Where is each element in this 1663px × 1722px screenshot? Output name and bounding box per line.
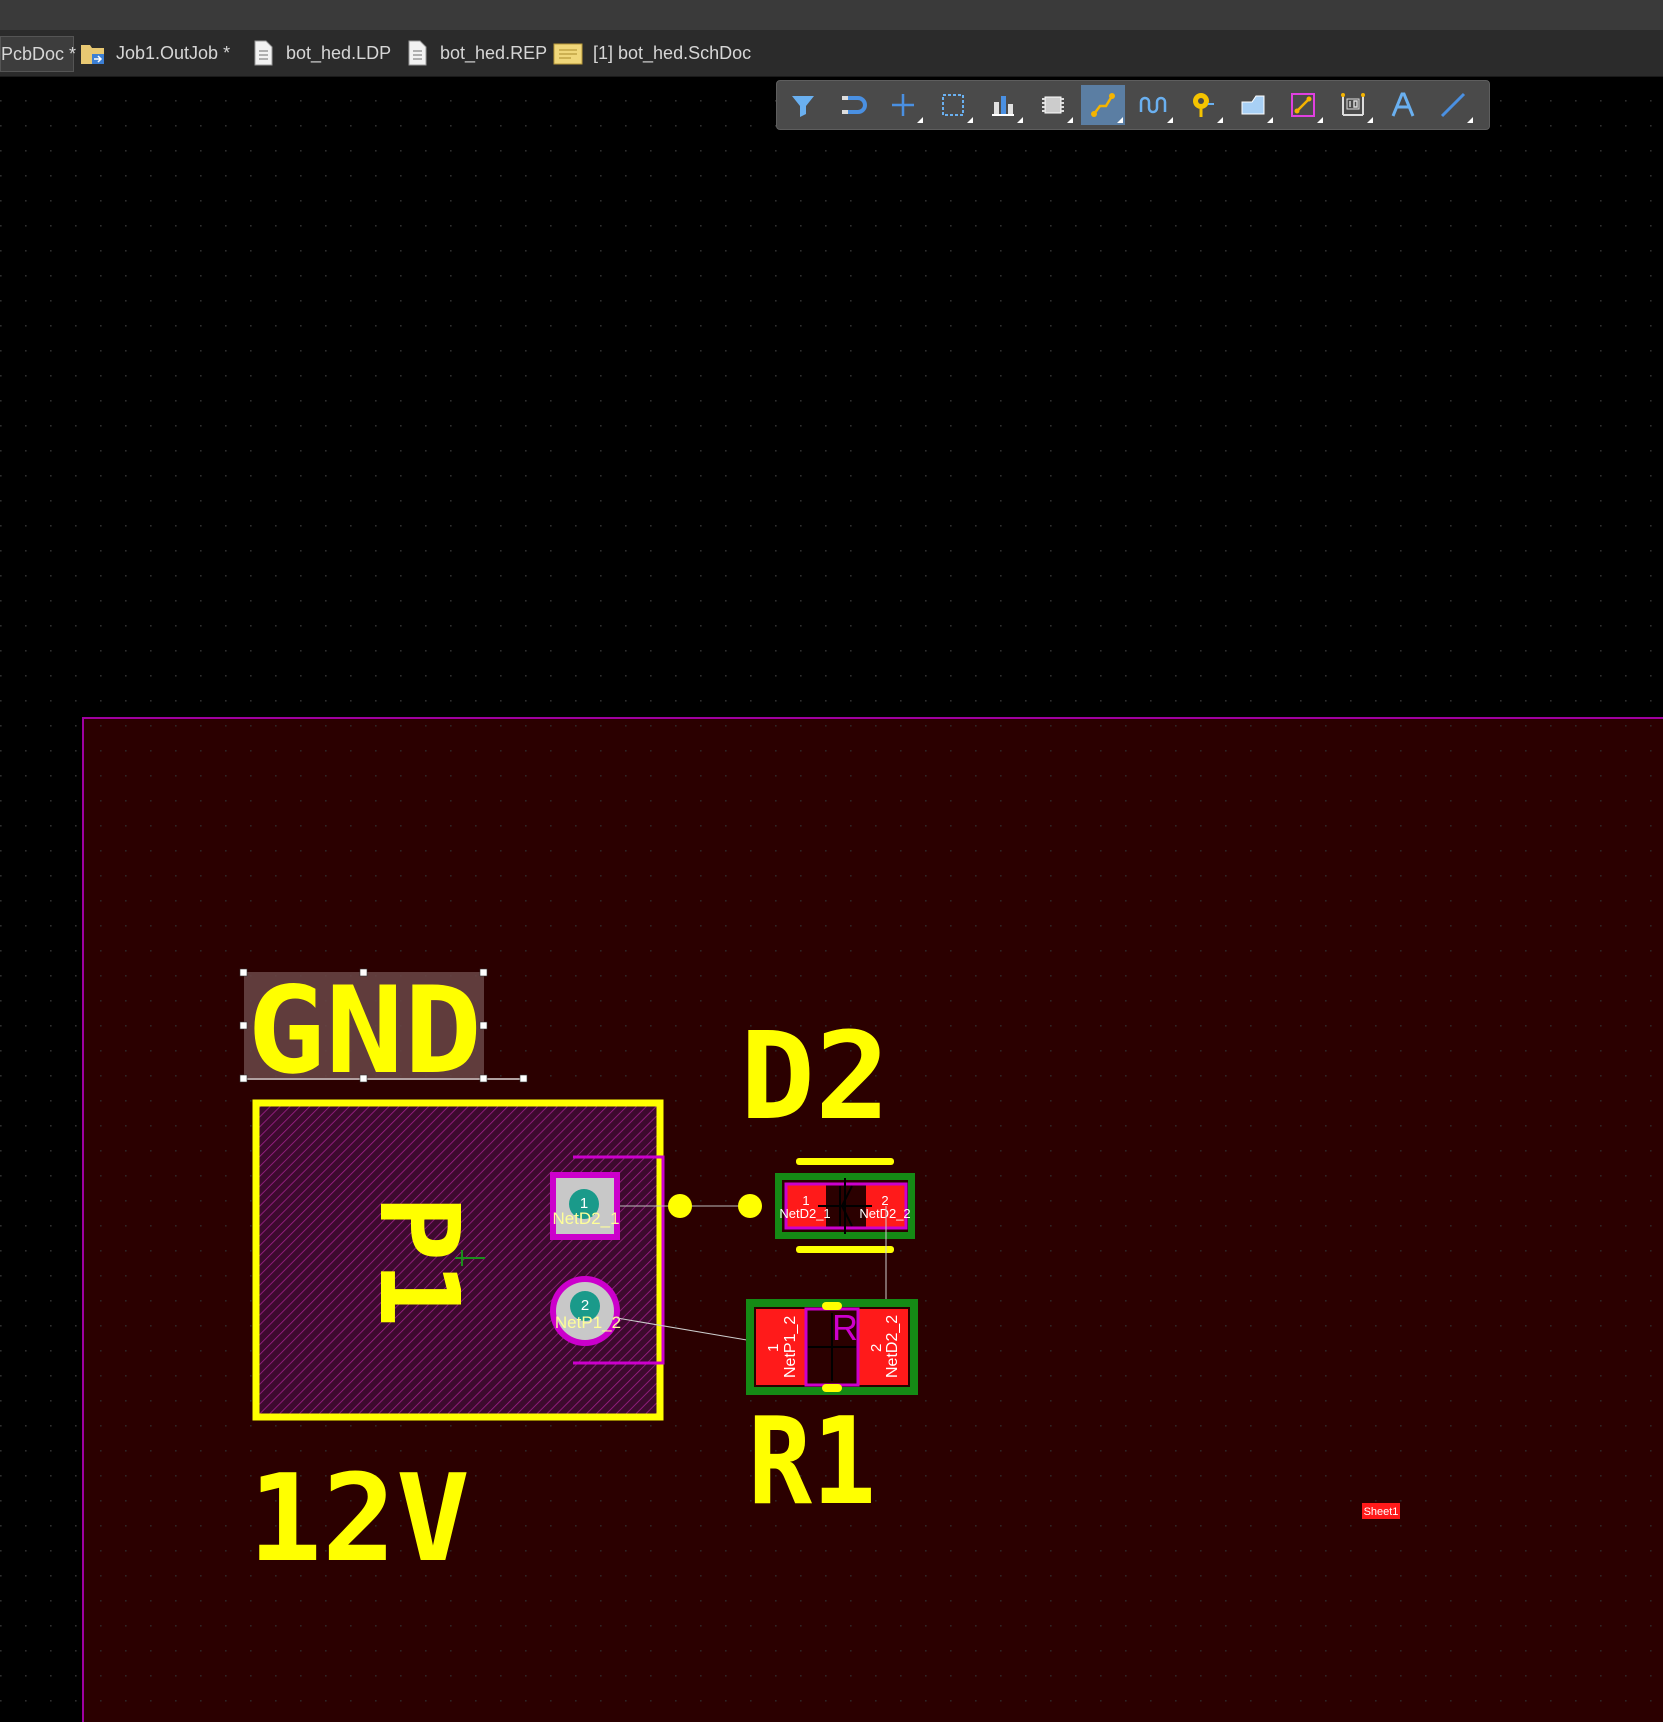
pad-net-label: NetP1_2 <box>782 1316 799 1378</box>
align-icon <box>992 96 1014 116</box>
tool-string[interactable] <box>1381 85 1425 125</box>
tool-select[interactable] <box>931 85 975 125</box>
component-p1[interactable]: P1 1 NetD2_1 2 NetP1_2 <box>252 1099 665 1421</box>
polygon-pour-icon <box>1241 95 1265 115</box>
tab-schdoc[interactable]: [1] bot_hed.SchDoc <box>553 36 751 70</box>
snap-magnet-icon <box>842 96 867 114</box>
pad-net-label: NetD2_2 <box>859 1206 910 1221</box>
outjob-icon <box>80 40 106 66</box>
tool-align[interactable] <box>981 85 1025 125</box>
interactive-route-icon <box>1091 93 1115 117</box>
pad-net-label: NetD2_2 <box>884 1315 901 1378</box>
pad-net-label: NetD2_1 <box>552 1209 619 1228</box>
tool-interactive-route[interactable] <box>1081 85 1125 125</box>
tab-label: bot_hed.REP <box>440 42 548 63</box>
tool-snap[interactable] <box>831 85 875 125</box>
tool-via[interactable] <box>1181 85 1225 125</box>
r1-body-mark: R <box>832 1307 858 1348</box>
tool-polygon[interactable] <box>1231 85 1275 125</box>
dropdown-indicator <box>967 117 973 123</box>
tool-dimension[interactable] <box>1331 85 1375 125</box>
pcb-editor-canvas[interactable]: GND P1 1 NetD2_1 2 NetP1_2 12V D2 1 NetD… <box>0 77 1663 1722</box>
d2-designator: D2 <box>740 1008 890 1147</box>
document-icon <box>404 40 430 66</box>
tool-filter[interactable] <box>781 85 825 125</box>
tool-track[interactable] <box>1281 85 1325 125</box>
tab-label: bot_hed.LDP <box>286 42 392 63</box>
dropdown-indicator <box>1267 117 1273 123</box>
pad-net-label: NetD2_1 <box>779 1206 830 1221</box>
place-component-icon <box>1042 96 1064 114</box>
dropdown-indicator <box>1317 117 1323 123</box>
tab-rep[interactable]: bot_hed.REP <box>404 36 547 70</box>
tool-component[interactable] <box>1031 85 1075 125</box>
tool-line[interactable] <box>1431 85 1475 125</box>
gnd-label-selected[interactable]: GND <box>239 962 528 1101</box>
dropdown-indicator <box>1117 117 1123 123</box>
place-string-icon <box>1391 92 1415 117</box>
length-tuning-icon <box>1139 96 1167 114</box>
dropdown-indicator <box>1067 117 1073 123</box>
dropdown-indicator <box>1167 117 1173 123</box>
dropdown-indicator <box>1217 117 1223 123</box>
dropdown-indicator <box>1467 117 1473 123</box>
tool-move[interactable] <box>881 85 925 125</box>
sheet-marker[interactable]: Sheet1 <box>1362 1503 1400 1519</box>
pad-number: 2 <box>581 1297 589 1314</box>
filter-icon <box>792 96 814 117</box>
p1-pad-1[interactable]: 1 NetD2_1 <box>550 1172 620 1240</box>
place-line-icon <box>1440 92 1466 118</box>
move-cross-icon <box>892 94 914 116</box>
schematic-icon <box>553 40 583 66</box>
tab-label: [1] bot_hed.SchDoc <box>593 42 752 63</box>
dropdown-indicator <box>1367 117 1373 123</box>
place-via-icon <box>1193 93 1214 117</box>
select-rectangle-icon <box>942 94 964 116</box>
tool-length-tuning[interactable] <box>1131 85 1175 125</box>
component-r1[interactable]: R 1 NetP1_2 2 NetD2_2 <box>746 1299 918 1395</box>
place-dimension-icon <box>1341 93 1365 116</box>
tab-outjob[interactable]: Job1.OutJob * <box>80 36 230 70</box>
r1-designator: R1 <box>748 1393 876 1532</box>
dropdown-indicator <box>1017 117 1023 123</box>
place-track-icon <box>1291 93 1315 117</box>
pad-number: 2 <box>868 1344 885 1352</box>
document-icon <box>250 40 276 66</box>
sheet-label: Sheet1 <box>1364 1506 1399 1518</box>
pad-net-label: NetP1_2 <box>555 1313 621 1332</box>
dropdown-indicator <box>917 117 923 123</box>
tab-pcbdoc[interactable]: PcbDoc * <box>0 36 77 72</box>
12v-silkscreen-text: 12V <box>248 1450 470 1589</box>
pad-number: 1 <box>765 1344 782 1352</box>
tab-label: PcbDoc * <box>1 43 77 64</box>
p1-designator: P1 <box>355 1195 483 1327</box>
window-title-bar <box>0 0 1663 30</box>
tab-ldp[interactable]: bot_hed.LDP <box>250 36 391 70</box>
active-bar-toolbar <box>776 80 1490 130</box>
document-tab-bar: PcbDoc * Job1.OutJob * bot_hed.LDP bot_h… <box>0 30 1663 77</box>
tab-label: Job1.OutJob * <box>116 42 231 63</box>
